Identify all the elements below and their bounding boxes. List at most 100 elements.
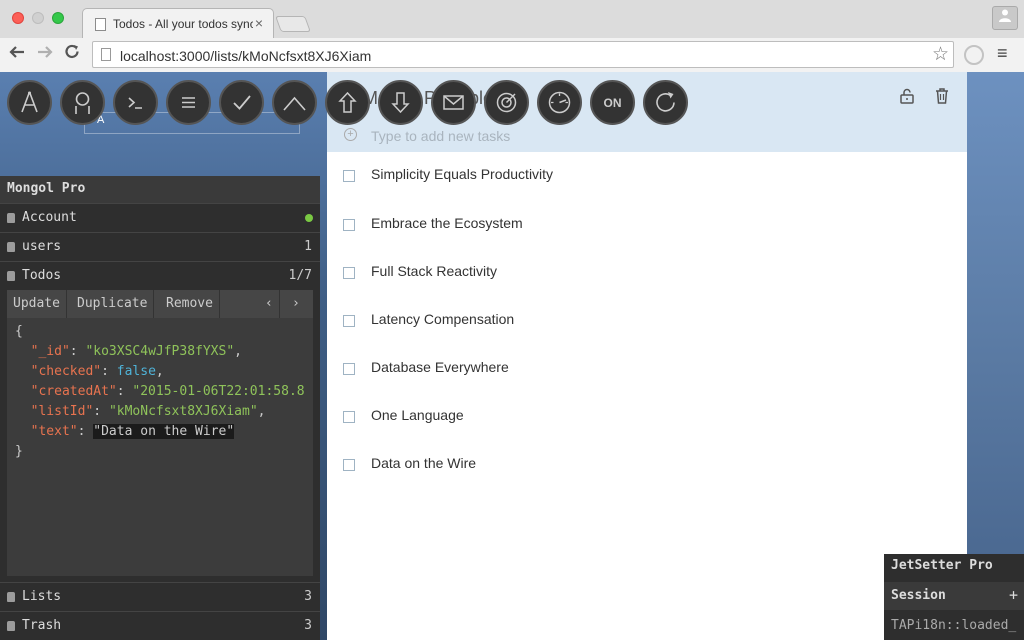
reload-icon[interactable] [63, 43, 81, 66]
collection-row-users[interactable]: users 1 [0, 232, 320, 261]
toolbox-console-icon[interactable] [113, 80, 158, 125]
toolbox-download-arrow-icon[interactable] [378, 80, 423, 125]
tab-strip: Todos - All your todos sync × [0, 0, 1024, 38]
toolbox-target-icon[interactable] [484, 80, 529, 125]
mongol-panel: Mongol Pro Account users 1 Todos 1/7 Upd… [0, 176, 320, 640]
add-task-row: + [327, 124, 967, 152]
json-value[interactable]: "ko3XSC4wJfP38fYXS" [85, 344, 234, 359]
task-item[interactable]: Latency Compensation [327, 297, 967, 341]
task-text[interactable]: Full Stack Reactivity [371, 263, 497, 279]
task-item[interactable]: One Language [327, 393, 967, 437]
database-icon [7, 242, 15, 252]
collection-count: 3 [304, 589, 312, 604]
task-checkbox[interactable] [343, 363, 355, 375]
next-document-button[interactable]: › [286, 290, 306, 318]
toolbox-refresh-icon[interactable] [643, 80, 688, 125]
tab-title: Todos - All your todos sync [113, 17, 253, 31]
task-text[interactable]: Latency Compensation [371, 311, 514, 327]
task-text[interactable]: Database Everywhere [371, 359, 509, 375]
delete-list-trash-icon[interactable] [934, 87, 950, 105]
jetsetter-title: JetSetter Pro [891, 558, 993, 573]
json-value[interactable]: "kMoNcfsxt8XJ6Xiam" [109, 404, 258, 419]
task-item[interactable]: Simplicity Equals Productivity [327, 152, 967, 196]
connection-status-dot [305, 214, 313, 222]
json-value[interactable]: false [117, 364, 156, 379]
collection-count: 1/7 [288, 268, 312, 283]
toolbox-check-icon[interactable] [219, 80, 264, 125]
session-header[interactable]: Session + [884, 582, 1024, 610]
add-session-key-button[interactable]: + [1009, 586, 1018, 604]
json-key: "listId" [30, 404, 94, 419]
back-arrow-icon[interactable] [8, 43, 26, 66]
collection-row-todos[interactable]: Todos 1/7 [0, 261, 320, 290]
browser-toolbar: localhost:3000/lists/kMoNcfsxt8XJ6Xiam ☆… [0, 38, 1024, 72]
browser-menu-icon[interactable]: ≡ [997, 43, 1008, 64]
page-icon [101, 48, 111, 61]
previous-document-button[interactable]: ‹ [259, 290, 280, 318]
task-item[interactable]: Full Stack Reactivity [327, 249, 967, 293]
task-item[interactable]: Embrace the Ecosystem [327, 201, 967, 245]
mongol-account-row[interactable]: Account [0, 203, 320, 232]
toolbox-compass-icon[interactable] [7, 80, 52, 125]
account-label: Account [22, 210, 77, 225]
user-icon [7, 213, 15, 223]
task-text[interactable]: Embrace the Ecosystem [371, 215, 523, 231]
task-checkbox[interactable] [343, 219, 355, 231]
toolbox-upload-arrow-icon[interactable] [325, 80, 370, 125]
jetsetter-panel: JetSetter Pro Session + TAPi18n::loaded_ [884, 554, 1024, 640]
document-json[interactable]: { "_id": "ko3XSC4wJfP38fYXS", "checked":… [15, 322, 311, 572]
collection-row-lists[interactable]: Lists 3 [0, 582, 320, 611]
task-checkbox[interactable] [343, 411, 355, 423]
new-tab-button[interactable] [275, 16, 311, 32]
collection-label: Lists [22, 589, 62, 604]
duplicate-button[interactable]: Duplicate [71, 290, 155, 318]
task-checkbox[interactable] [343, 267, 355, 279]
trash-icon [7, 621, 15, 631]
toolbox-caret-up-icon[interactable] [272, 80, 317, 125]
page-viewport: A Meteor Principles + Simplicity Equals … [0, 72, 1024, 640]
collection-label: Trash [22, 618, 62, 633]
task-checkbox[interactable] [343, 315, 355, 327]
database-icon [7, 271, 15, 281]
unlock-icon[interactable] [899, 88, 915, 104]
window-minimize-button[interactable] [32, 12, 44, 24]
extension-icon[interactable] [964, 45, 984, 65]
task-checkbox[interactable] [343, 459, 355, 471]
toolbox-gauge-icon[interactable] [537, 80, 582, 125]
toolbox-user-icon[interactable] [60, 80, 105, 125]
browser-tab-active[interactable]: Todos - All your todos sync × [82, 8, 274, 38]
json-value[interactable]: "2015-01-06T22:01:58.8 [132, 384, 304, 399]
collection-count: 3 [304, 618, 312, 633]
window-maximize-button[interactable] [52, 12, 64, 24]
bookmark-star-icon[interactable]: ☆ [932, 43, 949, 66]
task-text[interactable]: One Language [371, 407, 464, 423]
task-checkbox[interactable] [343, 170, 355, 182]
update-button[interactable]: Update [7, 290, 67, 318]
session-key-item[interactable]: TAPi18n::loaded_ [891, 618, 1024, 633]
profile-icon[interactable] [992, 6, 1018, 30]
tab-close-icon[interactable]: × [255, 15, 263, 31]
json-key: "_id" [30, 344, 70, 359]
todo-list-panel: Meteor Principles + Simplicity Equals Pr… [327, 72, 967, 640]
task-text[interactable]: Data on the Wire [371, 455, 476, 471]
forward-arrow-icon[interactable] [36, 43, 54, 66]
address-bar[interactable]: localhost:3000/lists/kMoNcfsxt8XJ6Xiam ☆ [92, 41, 954, 68]
toolbox-on-toggle[interactable]: ON [590, 80, 635, 125]
json-value-selected[interactable]: "Data on the Wire" [93, 424, 235, 439]
collection-count: 1 [304, 239, 312, 254]
json-open-brace: { [15, 324, 23, 339]
task-text[interactable]: Simplicity Equals Productivity [371, 166, 553, 182]
toolbox-list-icon[interactable] [166, 80, 211, 125]
task-item[interactable]: Data on the Wire [327, 441, 967, 485]
remove-button[interactable]: Remove [160, 290, 220, 318]
json-key: "createdAt" [30, 384, 117, 399]
toolbox-mail-icon[interactable] [431, 80, 476, 125]
collection-row-trash[interactable]: Trash 3 [0, 611, 320, 640]
url-text[interactable]: localhost:3000/lists/kMoNcfsxt8XJ6Xiam [120, 48, 371, 64]
new-task-input[interactable] [371, 125, 951, 147]
document-actions-bar: Update Duplicate Remove ‹ › [7, 290, 313, 318]
window-close-button[interactable] [12, 12, 24, 24]
task-item[interactable]: Database Everywhere [327, 345, 967, 389]
json-key: "checked" [30, 364, 102, 379]
mongol-title: Mongol Pro [0, 176, 320, 203]
